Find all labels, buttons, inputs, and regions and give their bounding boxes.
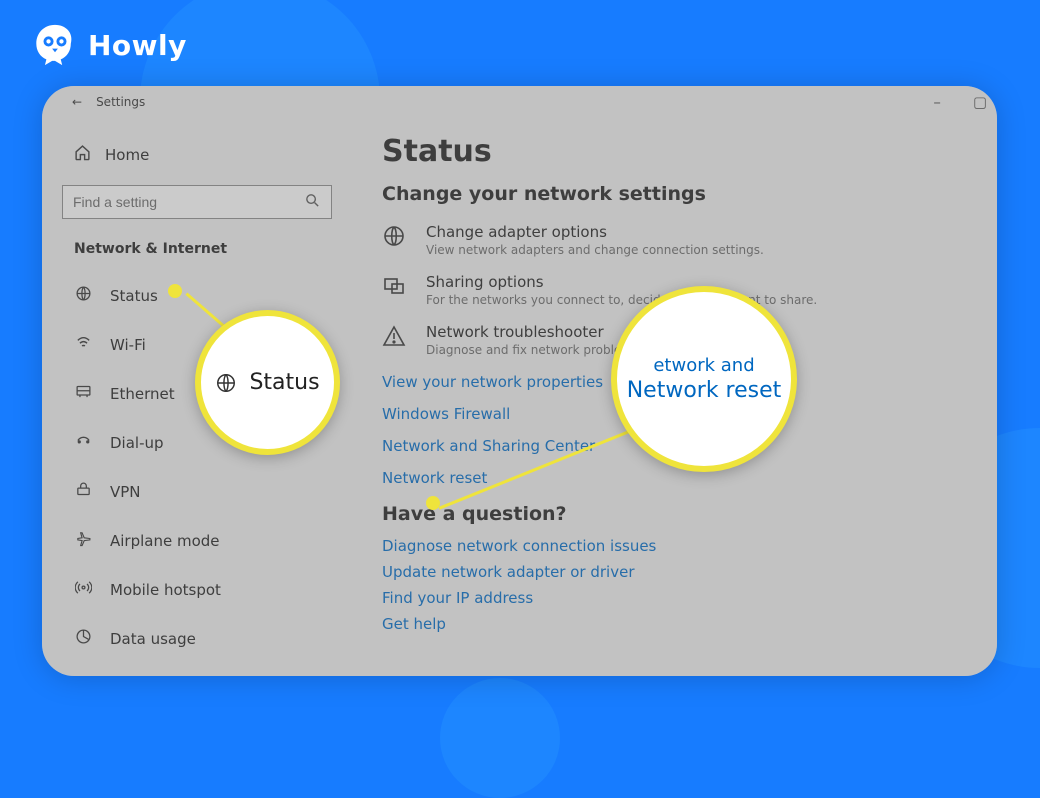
troubleshoot-icon xyxy=(382,323,408,357)
callout-dot-status xyxy=(168,284,182,298)
option-desc: View network adapters and change connect… xyxy=(426,243,764,257)
link-network-reset[interactable]: Network reset xyxy=(382,469,997,487)
callout-lens-partial: etwork and xyxy=(653,355,754,376)
ethernet-icon xyxy=(74,383,92,404)
search-input[interactable] xyxy=(73,194,304,210)
window-title: Settings xyxy=(96,95,145,109)
sidebar-item-label: Wi-Fi xyxy=(110,336,146,354)
callout-lens-label: Network reset xyxy=(627,378,782,403)
sharing-icon xyxy=(382,273,408,307)
titlebar: ← Settings – ▢ xyxy=(42,86,997,118)
vpn-icon xyxy=(74,481,92,502)
owl-icon xyxy=(32,22,78,68)
globe-icon xyxy=(215,372,237,394)
data-usage-icon xyxy=(74,628,92,649)
section-heading: Change your network settings xyxy=(382,183,997,205)
option-adapter[interactable]: Change adapter options View network adap… xyxy=(382,223,997,257)
callout-lens-status: Status xyxy=(195,310,340,455)
sidebar-item-label: VPN xyxy=(110,483,141,501)
sidebar-item-label: Mobile hotspot xyxy=(110,581,221,599)
option-title: Change adapter options xyxy=(426,223,764,241)
help-link-gethelp[interactable]: Get help xyxy=(382,615,997,633)
callout-lens-label: Status xyxy=(249,370,319,395)
restore-button[interactable]: ▢ xyxy=(973,93,987,111)
sidebar-item-label: Ethernet xyxy=(110,385,175,403)
page-title: Status xyxy=(382,134,997,169)
back-arrow-icon[interactable]: ← xyxy=(72,95,82,109)
bg-decoration xyxy=(440,678,560,798)
wifi-icon xyxy=(74,334,92,355)
sidebar-item-airplane[interactable]: Airplane mode xyxy=(62,522,332,559)
sidebar-item-status[interactable]: Status xyxy=(62,277,332,314)
minimize-button[interactable]: – xyxy=(933,93,941,111)
sidebar-item-vpn[interactable]: VPN xyxy=(62,473,332,510)
dialup-icon xyxy=(74,432,92,453)
option-title: Sharing options xyxy=(426,273,817,291)
callout-dot-reset xyxy=(426,496,440,510)
sidebar-item-label: Airplane mode xyxy=(110,532,220,550)
sidebar-item-home[interactable]: Home xyxy=(62,138,332,171)
sidebar-home-label: Home xyxy=(105,146,149,164)
globe-icon xyxy=(74,285,92,306)
sidebar-category: Network & Internet xyxy=(62,239,332,259)
option-title: Network troubleshooter xyxy=(426,323,643,341)
sidebar-item-hotspot[interactable]: Mobile hotspot xyxy=(62,571,332,608)
airplane-icon xyxy=(74,530,92,551)
howly-logo: Howly xyxy=(32,22,187,68)
sidebar-item-label: Data usage xyxy=(110,630,196,648)
hotspot-icon xyxy=(74,579,92,600)
question-heading: Have a question? xyxy=(382,503,997,525)
globe-icon xyxy=(382,223,408,257)
settings-window: ← Settings – ▢ Home Network & Internet S… xyxy=(42,86,997,676)
help-link-diagnose[interactable]: Diagnose network connection issues xyxy=(382,537,997,555)
home-icon xyxy=(74,144,91,165)
option-desc: Diagnose and fix network problems. xyxy=(426,343,643,357)
sidebar-item-datausage[interactable]: Data usage xyxy=(62,620,332,657)
help-link-update-adapter[interactable]: Update network adapter or driver xyxy=(382,563,997,581)
sidebar-item-label: Dial-up xyxy=(110,434,164,452)
help-link-ip[interactable]: Find your IP address xyxy=(382,589,997,607)
search-icon xyxy=(304,192,321,213)
callout-lens-network-reset: etwork and Network reset xyxy=(611,286,797,472)
sidebar-item-proxy[interactable]: Proxy xyxy=(62,669,332,676)
search-input-wrap[interactable] xyxy=(62,185,332,219)
howly-brand-text: Howly xyxy=(88,29,187,62)
sidebar-item-label: Status xyxy=(110,287,158,305)
